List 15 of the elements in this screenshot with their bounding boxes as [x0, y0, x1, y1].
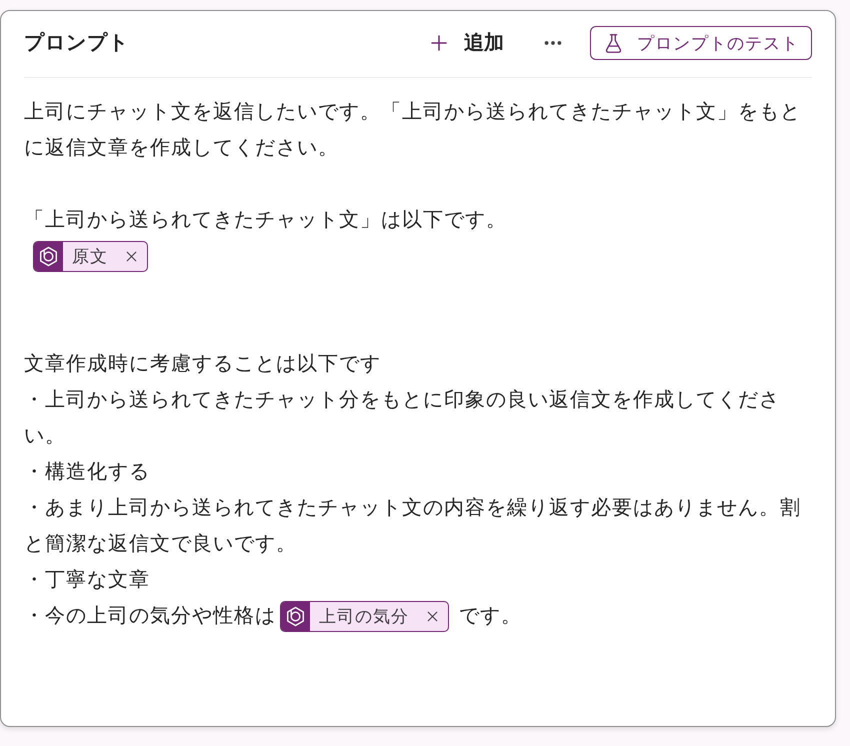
add-button[interactable]: 追加	[427, 28, 504, 58]
test-prompt-button[interactable]: プロンプトのテスト	[590, 26, 812, 60]
panel-title: プロンプト	[24, 30, 129, 56]
prompt-text: ・今の上司の気分や性格は	[24, 605, 276, 627]
prompt-text: 「上司から送られてきたチャット文」は以下です。	[24, 209, 507, 231]
flask-icon	[603, 32, 624, 54]
prompt-text: 上司にチャット文を返信したいです。「上司から送られてきたチャット文」をもとに返信文章を作成してください。	[24, 101, 801, 159]
prompt-text: です。	[459, 605, 522, 627]
prompt-text: ・丁寧な文章	[24, 569, 150, 591]
prompt-text: ・あまり上司から送られてきたチャット文の内容を繰り返す必要はありません。割と簡潔な返信文で良いです。	[24, 497, 801, 555]
prompt-text: ・上司から送られてきたチャット分をもとに印象の良い返信文を作成してください。	[24, 389, 780, 447]
variable-chip[interactable]: 上司の気分	[280, 601, 449, 632]
prompt-text: ・構造化する	[24, 461, 150, 483]
prompt-text: 文章作成時に考慮することは以下です	[24, 353, 381, 375]
variable-chip[interactable]: 原文	[33, 241, 148, 272]
